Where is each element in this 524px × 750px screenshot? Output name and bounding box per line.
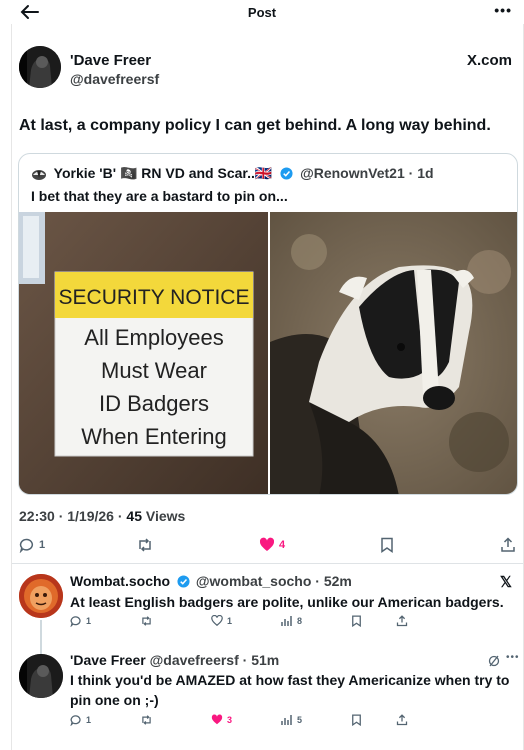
reply-author-handle: @wombat_socho · 52m <box>195 573 352 589</box>
reply-text-line-2: pin one on ;-) <box>70 692 159 708</box>
reply-button[interactable]: 1 <box>70 615 91 627</box>
analytics-icon <box>281 616 292 626</box>
views-count: 5 <box>297 715 303 725</box>
sign-line-1: All Employees <box>84 325 223 350</box>
reply-author[interactable]: 'Dave Freer @davefreersf · 51m <box>70 652 279 668</box>
reply-text: At least English badgers are polite, unl… <box>70 594 504 610</box>
repost-icon <box>139 538 151 552</box>
share-button[interactable] <box>396 714 408 726</box>
like-count: 3 <box>227 714 233 725</box>
reply-button[interactable]: 1 <box>19 537 45 553</box>
quoted-author-handle: @RenownVet21 · 1d <box>300 165 434 181</box>
reply-author-name: 'Dave Freer <box>70 652 146 668</box>
like-count: 4 <box>279 538 286 551</box>
share-icon <box>501 537 515 552</box>
reply-count: 1 <box>86 715 92 725</box>
bookmark-icon <box>352 714 361 726</box>
repost-button[interactable] <box>136 537 154 553</box>
reply-author[interactable]: Wombat.socho @wombat_socho · 52m <box>70 573 352 589</box>
left-border <box>11 24 12 750</box>
post-meta: 22:30 · 1/19/26 · 45 Views <box>19 508 185 524</box>
reply-author-handle: @davefreersf · 51m <box>149 652 280 668</box>
reply-text-line-1: I think you'd be AMAZED at how fast they… <box>70 672 510 688</box>
reply-count: 1 <box>39 539 46 551</box>
avatar[interactable] <box>19 654 63 698</box>
more-options-icon[interactable]: ••• <box>506 652 520 663</box>
reply-actions: 1 1 8 <box>70 615 510 631</box>
bookmark-button[interactable] <box>351 615 362 627</box>
quoted-author-name: Yorkie 'B' 🏴‍☠️ RN VD and Scar..🇬🇧 <box>53 165 273 181</box>
sign-line-3: ID Badgers <box>99 391 209 416</box>
analytics-icon <box>281 715 292 725</box>
quoted-post[interactable]: Yorkie 'B' 🏴‍☠️ RN VD and Scar..🇬🇧 @Reno… <box>18 153 518 495</box>
share-button[interactable] <box>396 615 408 627</box>
more-options-icon[interactable]: ••• <box>494 2 512 18</box>
bookmark-icon <box>381 537 393 553</box>
like-button[interactable]: 4 <box>259 537 285 552</box>
like-button[interactable]: 3 <box>211 714 232 725</box>
divider <box>12 563 523 564</box>
share-icon <box>396 714 408 726</box>
post-timestamp: 22:30 · 1/19/26 · <box>19 508 123 524</box>
reply-button[interactable]: 1 <box>70 714 91 726</box>
repost-icon <box>142 715 151 725</box>
share-button[interactable] <box>500 537 516 553</box>
verified-badge-icon <box>280 167 293 180</box>
source-label: X.com <box>466 52 512 69</box>
bookmark-button[interactable] <box>351 714 362 726</box>
post-text: At last, a company policy I can get behi… <box>19 117 491 134</box>
reply-author-name: Wombat.socho <box>70 573 171 589</box>
like-count: 1 <box>227 615 233 626</box>
quoted-post-header: Yorkie 'B' 🏴‍☠️ RN VD and Scar..🇬🇧 @Reno… <box>31 165 434 182</box>
reply-icon <box>70 616 81 627</box>
quoted-post-image[interactable]: SECURITY NOTICE All Employees Must Wear … <box>19 212 518 495</box>
repost-button[interactable] <box>140 714 153 726</box>
page-title: Post <box>247 5 277 20</box>
top-bar: Post ••• <box>0 0 524 28</box>
views-button[interactable]: 8 <box>281 615 302 627</box>
thread-line <box>40 620 42 654</box>
badger-avatar-icon <box>32 170 46 180</box>
heart-icon <box>211 714 223 725</box>
heart-icon <box>259 537 275 551</box>
bookmark-button[interactable] <box>380 537 394 553</box>
heart-icon <box>211 615 223 626</box>
sign-header: SECURITY NOTICE <box>59 286 250 309</box>
like-button[interactable]: 1 <box>211 615 232 626</box>
sign-line-4: When Entering <box>81 424 227 449</box>
grok-icon[interactable] <box>488 654 500 667</box>
verified-badge-icon <box>177 575 190 588</box>
views-count: 45 <box>126 508 142 524</box>
author-handle[interactable]: @davefreersf <box>70 71 159 87</box>
sign-line-2: Must Wear <box>101 358 207 383</box>
views-label: Views <box>145 508 186 524</box>
reply-actions: 1 3 5 <box>70 714 510 730</box>
reply-icon <box>70 715 81 726</box>
reply-icon <box>19 538 34 553</box>
share-icon <box>396 615 408 627</box>
x-logo-icon[interactable]: 𝕏 <box>500 573 512 591</box>
repost-button[interactable] <box>140 615 153 627</box>
avatar[interactable] <box>19 574 63 618</box>
quoted-post-text: I bet that they are a bastard to pin on.… <box>31 188 288 204</box>
views-count: 8 <box>297 616 303 626</box>
author-name[interactable]: 'Dave Freer <box>70 52 151 69</box>
repost-icon <box>142 616 151 626</box>
bookmark-icon <box>352 615 361 627</box>
avatar[interactable] <box>19 46 61 88</box>
post-actions: 1 4 <box>19 537 519 557</box>
views-button[interactable]: 5 <box>281 714 302 726</box>
reply-count: 1 <box>86 616 92 626</box>
